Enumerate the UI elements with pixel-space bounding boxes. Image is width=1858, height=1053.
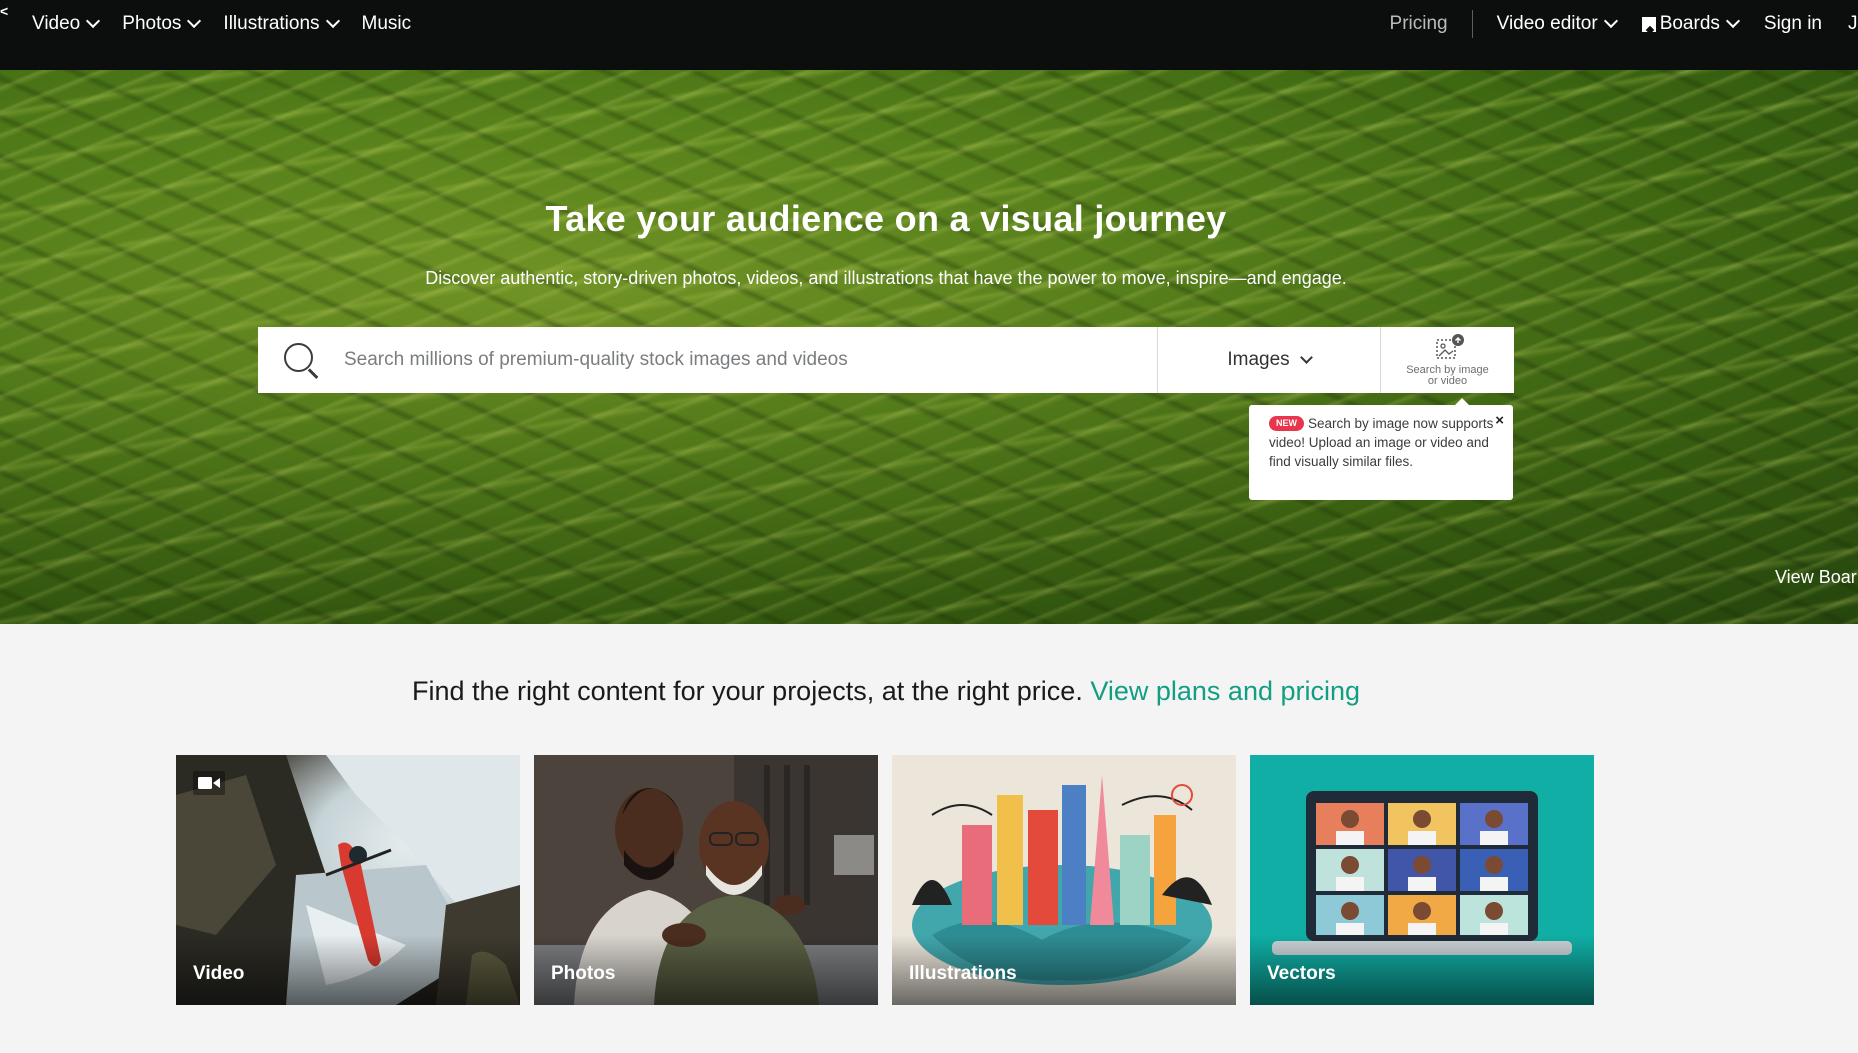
pricing-pitch-text: Find the right content for your projects…: [411, 676, 1083, 706]
new-badge: NEW: [1269, 416, 1304, 431]
search-by-image-button[interactable]: Search by image or video: [1380, 327, 1514, 393]
nav-illustrations-label: Illustrations: [223, 13, 320, 34]
image-upload-icon: [1435, 334, 1464, 359]
search-input[interactable]: [344, 327, 1157, 393]
pricing-pitch: Find the right content for your projects…: [0, 676, 1772, 707]
nav-join-truncated[interactable]: J: [1848, 13, 1858, 35]
category-tile-vectors[interactable]: Vectors: [1250, 755, 1594, 1005]
chevron-down-icon: [1299, 350, 1313, 364]
video-camera-icon: [193, 771, 225, 795]
chevron-down-icon: [325, 13, 340, 29]
tile-label: Photos: [551, 963, 616, 984]
category-tile-photos[interactable]: Photos: [534, 755, 878, 1005]
chevron-down-icon: [1725, 13, 1740, 29]
primary-nav: Video Photos Illustrations Music: [32, 0, 411, 48]
search-bar: Images Search by image or video: [258, 327, 1514, 393]
top-navigation: < Video Photos Illustrations Music Prici…: [0, 0, 1858, 70]
search-by-image-label-2: or video: [1427, 375, 1468, 387]
logo-fragment: <: [0, 3, 9, 19]
search-button[interactable]: [258, 327, 344, 393]
nav-divider: [1471, 10, 1473, 38]
search-icon: [284, 343, 319, 379]
logo[interactable]: <: [0, 0, 10, 50]
category-tile-video[interactable]: Video: [176, 755, 520, 1005]
search-by-image-tooltip: NEW Search by image now supports video! U…: [1249, 398, 1513, 500]
tile-label: Illustrations: [909, 963, 1017, 984]
nav-photos-label: Photos: [122, 13, 182, 34]
nav-pricing-link[interactable]: Pricing: [1390, 13, 1448, 35]
hero-banner: Take your audience on a visual journey D…: [0, 70, 1858, 624]
view-board-link[interactable]: View Boar: [1775, 567, 1857, 588]
nav-video[interactable]: Video: [32, 13, 101, 35]
sign-in-link[interactable]: Sign in: [1764, 13, 1822, 35]
nav-video-label: Video: [32, 13, 81, 34]
media-type-value: Images: [1227, 349, 1290, 370]
close-icon[interactable]: ×: [1495, 411, 1504, 430]
tile-label: Vectors: [1267, 963, 1336, 984]
hero-subtitle: Discover authentic, story-driven photos,…: [425, 268, 1347, 288]
nav-video-editor[interactable]: Video editor: [1496, 13, 1618, 35]
view-plans-link[interactable]: View plans and pricing: [1090, 676, 1360, 706]
category-tiles: Video Photos Illustrations Vectors: [176, 755, 1594, 1005]
boards-icon: [1641, 16, 1656, 32]
tile-label: Video: [193, 963, 245, 984]
category-tile-illustrations[interactable]: Illustrations: [892, 755, 1236, 1005]
hero-title: Take your audience on a visual journey: [545, 198, 1227, 239]
nav-music[interactable]: Music: [362, 13, 412, 35]
nav-boards-label: Boards: [1659, 13, 1720, 34]
nav-photos[interactable]: Photos: [122, 13, 202, 35]
chevron-down-icon: [187, 13, 202, 29]
nav-music-label: Music: [361, 13, 412, 34]
chevron-down-icon: [1603, 13, 1618, 29]
chevron-down-icon: [86, 13, 101, 29]
nav-video-editor-label: Video editor: [1496, 13, 1598, 34]
nav-boards[interactable]: Boards: [1641, 13, 1740, 35]
secondary-nav: Pricing Video editor Boards Sign in J: [1390, 0, 1858, 48]
media-type-select[interactable]: Images: [1157, 327, 1380, 393]
nav-illustrations[interactable]: Illustrations: [223, 13, 340, 35]
